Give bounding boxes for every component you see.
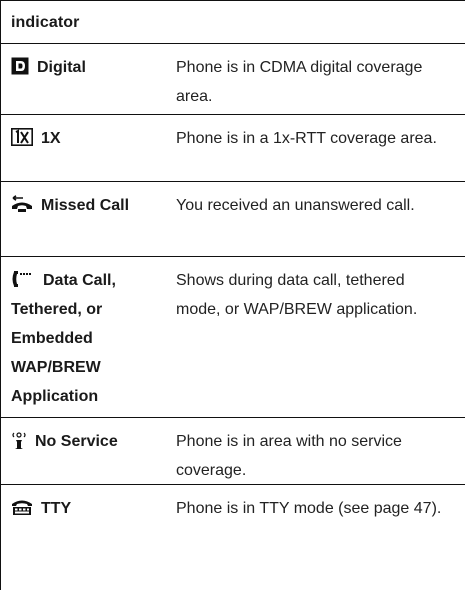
digital-d-icon xyxy=(11,57,29,75)
indicator-description: Phone is in CDMA digital coverage area. xyxy=(176,59,423,105)
indicator-label: 1X xyxy=(41,130,61,147)
header-indicator: indicator xyxy=(11,14,80,31)
indicator-label: Digital xyxy=(37,59,86,76)
indicator-label-cell: 1X xyxy=(11,124,161,153)
indicator-label-cell: TTY xyxy=(11,494,161,523)
missed-call-icon xyxy=(11,194,33,213)
data-call-icon xyxy=(11,270,35,288)
indicator-description: Shows during data call, tethered mode, o… xyxy=(176,272,418,318)
table-row: Data Call, Tethered, or Embedded WAP/BRE… xyxy=(0,257,465,418)
no-service-icon xyxy=(11,430,27,450)
indicator-label-cell: Digital xyxy=(11,53,161,82)
1x-icon xyxy=(11,127,33,146)
indicator-table: indicator Digital Phone is in CDMA digit… xyxy=(0,0,465,590)
table-header-row: indicator xyxy=(0,0,465,44)
indicator-label-cell: Missed Call xyxy=(11,191,161,220)
indicator-description: Phone is in TTY mode (see page 47). xyxy=(176,500,442,517)
tty-icon xyxy=(11,498,33,516)
indicator-label: Missed Call xyxy=(41,197,130,214)
indicator-label: Data Call, Tethered, or Embedded WAP/BRE… xyxy=(11,272,116,405)
indicator-description: Phone is in a 1x-RTT coverage area. xyxy=(176,130,437,147)
indicator-label: TTY xyxy=(41,500,72,517)
table-row: TTY Phone is in TTY mode (see page 47). xyxy=(0,485,465,590)
indicator-label-cell: Data Call, Tethered, or Embedded WAP/BRE… xyxy=(11,266,161,411)
indicator-label: No Service xyxy=(35,433,118,450)
table-row: Digital Phone is in CDMA digital coverag… xyxy=(0,44,465,115)
indicator-description: You received an unanswered call. xyxy=(176,197,415,214)
indicator-label-cell: No Service xyxy=(11,427,161,456)
table-row: Missed Call You received an unanswered c… xyxy=(0,182,465,257)
table-row: No Service Phone is in area with no serv… xyxy=(0,418,465,485)
indicator-description: Phone is in area with no service coverag… xyxy=(176,433,402,479)
table-row: 1X Phone is in a 1x-RTT coverage area. xyxy=(0,115,465,182)
